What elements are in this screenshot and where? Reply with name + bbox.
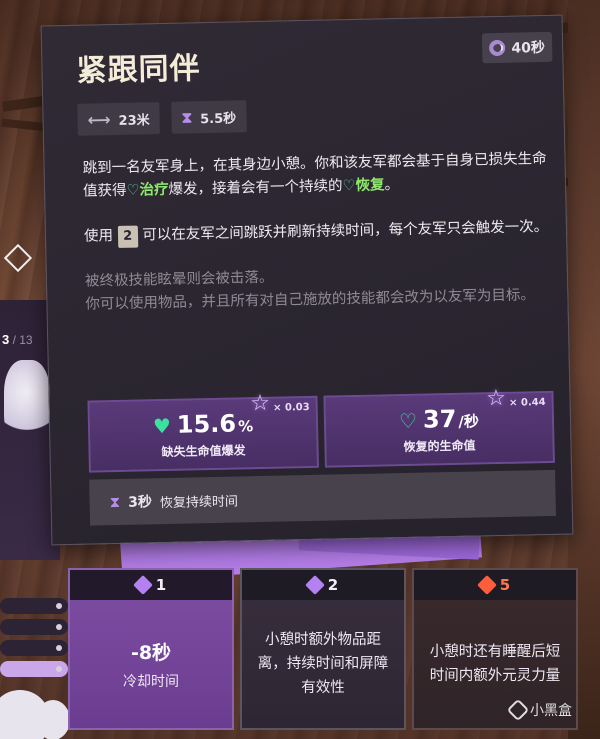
upgrade-body: -8秒 冷却时间: [70, 600, 232, 728]
burst-effect-box: ☆ × 0.03 ♥ 15.6% 缺失生命值爆发: [87, 391, 319, 473]
upgrade-cost: 5: [414, 570, 576, 600]
desc-paragraph-3: 被终极技能眩晕则会被击落。 你可以使用物品，并且所有对自己施放的技能都会改为以友…: [85, 261, 556, 317]
hourglass-icon: ⧗: [181, 108, 193, 127]
upgrade-card-2[interactable]: 2 小憩时额外物品距离，持续时间和屏障有效性: [240, 568, 406, 730]
spirit-star-icon: ☆: [250, 390, 271, 417]
duration-label: 恢复持续时间: [159, 493, 239, 511]
scaling-value: × 0.44: [508, 397, 546, 409]
status-row: [0, 598, 68, 614]
ability-title: 紧跟同伴: [76, 51, 201, 89]
restore-heart-icon: ♡: [342, 177, 356, 195]
regen-effect-box: ☆ × 0.44 ♡ 37/秒 恢复的生命值: [323, 386, 555, 468]
heal-keyword: 治疗: [139, 181, 169, 199]
spirit-scaling: ☆ × 0.03: [250, 391, 310, 416]
upgrade-body: 小憩时额外物品距离，持续时间和屏障有效性: [242, 600, 404, 728]
effect-boxes: ☆ × 0.03 ♥ 15.6% 缺失生命值爆发 ☆ × 0.44 ♡ 37/秒…: [87, 386, 555, 473]
upgrade-text: 小憩时还有睡醒后短时间内额外元灵力量: [429, 644, 561, 684]
upgrade-cost: 1: [70, 570, 232, 600]
spirit-star-icon: ☆: [485, 385, 507, 412]
ability-point-icon: [304, 575, 325, 595]
status-row: [0, 619, 68, 635]
upgrade-value: -8秒: [130, 641, 172, 664]
cost-value: 2: [327, 576, 339, 594]
desc-text: 被终极技能眩晕则会被击落。: [84, 269, 274, 290]
upgrade-text: 小憩时额外物品距离，持续时间和屏障有效性: [257, 632, 389, 696]
range-value: 23米: [118, 112, 150, 129]
ability-point-icon: [132, 575, 153, 595]
key-badge: 2: [117, 225, 138, 248]
desc-paragraph-2: 使用 2 可以在友军之间跳跃并刷新持续时间，每个友军只会触发一次。: [84, 216, 554, 249]
upgrade-card-1[interactable]: 1 -8秒 冷却时间: [68, 568, 234, 730]
cost-value: 1: [155, 576, 167, 594]
upgrade-text: 冷却时间: [123, 673, 179, 690]
effect-label: 缺失生命值爆发: [161, 442, 246, 459]
cooldown-value: 40秒: [511, 39, 546, 57]
heart-outline-icon: ♡: [398, 408, 418, 433]
upgrade-cards: 1 -8秒 冷却时间 2 小憩时额外物品距离，持续时间和屏障有效性 5 小憩时还…: [68, 568, 578, 730]
ability-stats: ⟷ 23米 ⧗ 5.5秒: [77, 100, 247, 136]
ability-tooltip: 紧跟同伴 40秒 ⟷ 23米 ⧗ 5.5秒 跳到一名友军身上，在其身边小憩。你和…: [40, 14, 574, 546]
ability-point-red-icon: [476, 575, 497, 595]
heart-icon: ♥: [152, 413, 172, 438]
range-arrows-icon: ⟷: [87, 109, 111, 130]
desc-text: 。: [384, 177, 400, 194]
duration-row: ⧗ 3秒 恢复持续时间: [89, 469, 556, 526]
cat-hero-portrait: [4, 360, 50, 440]
cooldown-badge: 40秒: [481, 31, 553, 64]
cooldown-icon: [489, 39, 506, 57]
effect-number: 37: [422, 404, 457, 434]
effect-unit: %: [237, 416, 254, 435]
counter-total: / 13: [12, 333, 33, 347]
ability-description: 跳到一名友军身上，在其身边小憩。你和该友军都会基于自身已损失生命值获得♡治疗爆发…: [82, 148, 556, 331]
status-dot: [56, 624, 62, 630]
desc-paragraph-1: 跳到一名友军身上，在其身边小憩。你和该友军都会基于自身已损失生命值获得♡治疗爆发…: [82, 148, 553, 204]
regen-value: ♡ 37/秒: [399, 404, 479, 434]
scaling-value: × 0.03: [273, 401, 310, 414]
effect-label: 恢复的生命值: [403, 438, 476, 454]
watermark: 小黑盒: [506, 698, 572, 722]
counter-current: 3: [2, 332, 10, 347]
restore-keyword: 恢复: [355, 177, 385, 194]
heal-heart-icon: ♡: [126, 182, 140, 199]
portrait-circle: [36, 700, 70, 739]
cast-time-value: 5.5秒: [200, 110, 237, 127]
side-status-list: [0, 598, 68, 682]
desc-text: 使用: [83, 228, 114, 245]
burst-value: ♥ 15.6%: [153, 409, 254, 439]
duration-value: 3秒: [127, 494, 153, 511]
status-dot: [56, 645, 62, 651]
cast-time-chip: ⧗ 5.5秒: [171, 100, 247, 134]
effect-number: 15.6: [176, 409, 237, 439]
range-chip: ⟷ 23米: [77, 102, 160, 136]
status-row: [0, 640, 68, 656]
status-dot: [56, 603, 62, 609]
status-dot: [56, 666, 62, 672]
hero-counter: 3 / 13: [2, 332, 33, 347]
watermark-logo-icon: [506, 698, 530, 722]
desc-text: 可以在友军之间跳跃并刷新持续时间，每个友军只会触发一次。: [142, 218, 549, 244]
spirit-scaling: ☆ × 0.44: [486, 386, 546, 411]
status-row-active: [0, 661, 68, 677]
cost-value: 5: [499, 576, 511, 594]
watermark-text: 小黑盒: [530, 703, 572, 719]
effect-unit: /秒: [458, 411, 480, 431]
hourglass-icon: ⧗: [109, 492, 121, 512]
desc-text: 你可以使用物品，并且所有对自己施放的技能都会改为以友军为目标。: [85, 287, 536, 313]
upgrade-cost: 2: [242, 570, 404, 600]
desc-text: 爆发，接着会有一个持续的: [168, 178, 343, 198]
